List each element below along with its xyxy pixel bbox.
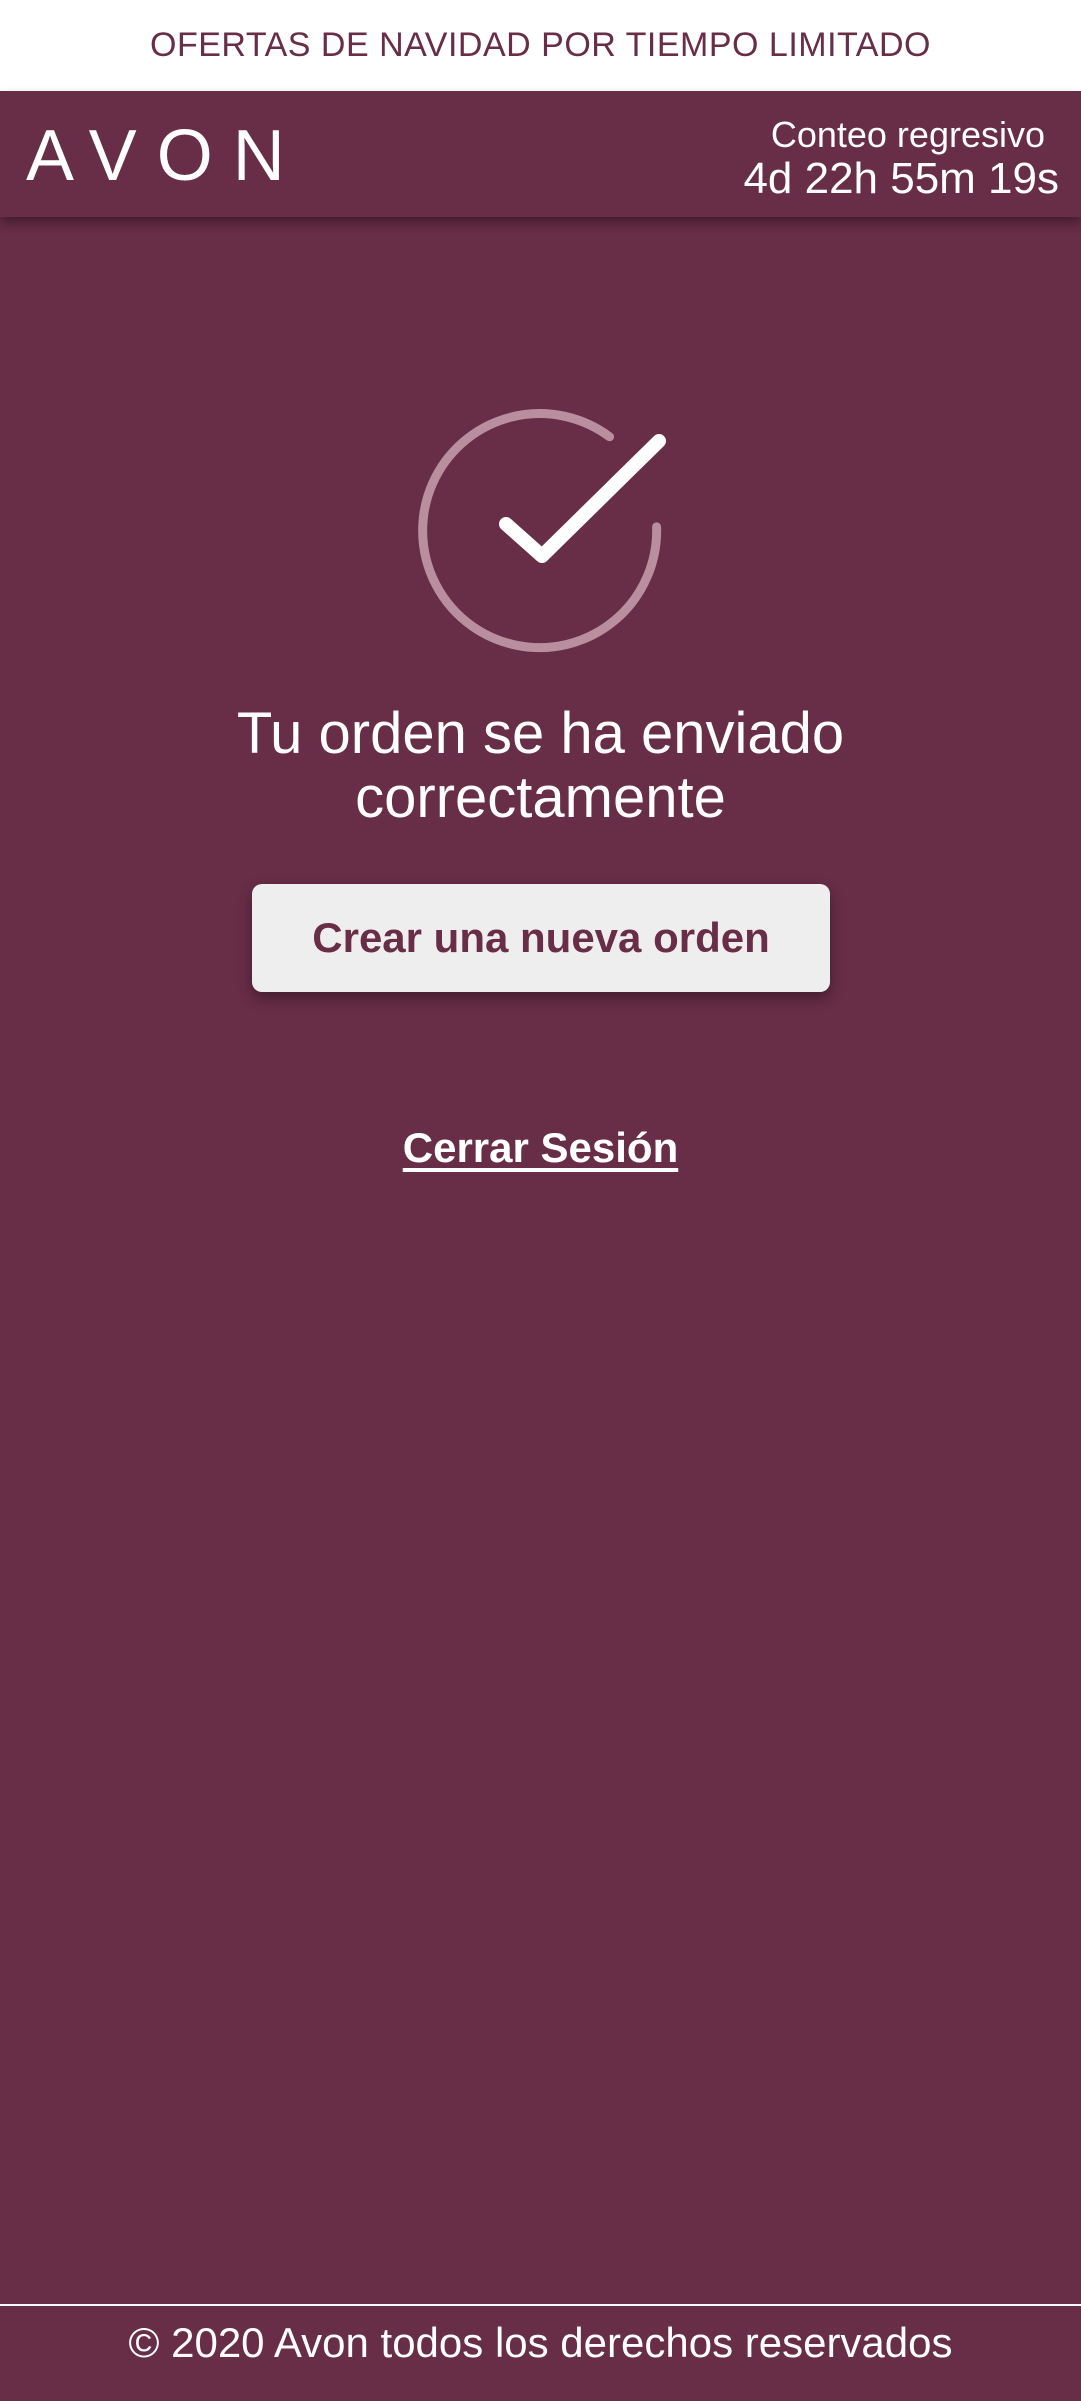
check-mark (499, 434, 666, 563)
header: AVON Conteo regresivo 4d 22h 55m 19s (0, 91, 1081, 217)
logout-container: Cerrar Sesión (0, 1118, 1081, 1178)
success-title: Tu orden se ha enviado correctamente (0, 702, 1081, 830)
countdown: Conteo regresivo 4d 22h 55m 19s (743, 115, 1059, 203)
success-title-line1: Tu orden se ha enviado (236, 701, 845, 766)
footer-copyright: © 2020 Avon todos los derechos reservado… (128, 2319, 953, 2366)
check-circle-icon (418, 409, 666, 653)
svg-text:AVON: AVON (26, 116, 305, 193)
new-order-button[interactable]: Crear una nueva orden (252, 884, 830, 992)
countdown-value: 4d 22h 55m 19s (743, 154, 1059, 203)
success-title-line2: correctamente (355, 765, 726, 830)
footer-divider (0, 2304, 1081, 2306)
avon-logo: AVON (26, 116, 305, 193)
promo-text: OFERTAS DE NAVIDAD POR TIEMPO LIMITADO (150, 26, 931, 64)
countdown-label: Conteo regresivo (770, 114, 1045, 155)
promo-banner: OFERTAS DE NAVIDAD POR TIEMPO LIMITADO (0, 0, 1081, 91)
logout-link[interactable]: Cerrar Sesión (403, 1124, 678, 1171)
check-circle-ring (418, 409, 662, 653)
